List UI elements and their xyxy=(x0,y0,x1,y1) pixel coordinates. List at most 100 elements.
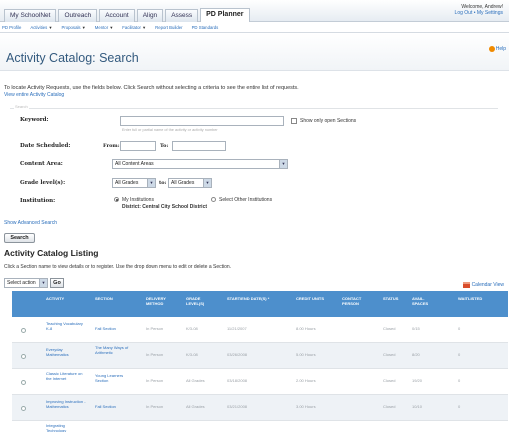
subnav-label: PD Profile xyxy=(2,25,22,30)
chevron-down-icon: ▼ xyxy=(142,25,147,30)
tab-my-schoolnet[interactable]: My SchoolNet xyxy=(4,9,57,22)
keyword-input[interactable] xyxy=(120,116,284,126)
institution-label: Institution: xyxy=(20,198,56,204)
col-section[interactable]: SECTION xyxy=(95,296,113,301)
other-institutions-radio[interactable] xyxy=(211,197,216,202)
intro-text: To locate Activity Requests, use the fie… xyxy=(4,85,299,91)
section-link[interactable]: The Many Ways of Arithmetic xyxy=(95,345,129,355)
credit-cell: 2.00 Hours xyxy=(296,378,316,383)
activity-link[interactable]: Improving Instruction - Mathematics xyxy=(46,399,86,409)
date-from-input[interactable] xyxy=(120,141,156,151)
grade-cell: All Grades xyxy=(186,404,205,409)
section-link[interactable]: Young Learners Section xyxy=(95,373,127,383)
content-area-label: Content Area: xyxy=(20,161,63,167)
activity-link[interactable]: Teaching Vocabulary K-8 xyxy=(46,321,86,331)
date-cell: 03/26/2008 xyxy=(227,352,248,357)
credit-cell: 5.00 Hours xyxy=(296,352,316,357)
chevron-down-icon: ▼ xyxy=(48,25,53,30)
select-action-dropdown[interactable]: Select action ▼ xyxy=(4,278,48,288)
waitlisted-cell: 0 xyxy=(458,352,461,357)
district-label: District: Central City School District xyxy=(122,204,208,210)
col-status[interactable]: STATUS xyxy=(383,296,398,301)
grade-from-select[interactable]: All Grades ▼ xyxy=(112,178,156,188)
spaces-cell: 10/10 xyxy=(412,404,423,409)
subnav-proposals[interactable]: Proposals ▼ xyxy=(61,22,85,32)
chevron-down-icon: ▼ xyxy=(203,179,211,187)
col-credit-units[interactable]: CREDIT UNITS xyxy=(296,296,336,301)
subnav-label: Report Builder xyxy=(155,25,183,30)
help-link[interactable]: Help xyxy=(488,46,506,52)
main-tabs: My SchoolNet Outreach Account Align Asse… xyxy=(4,8,250,22)
row-select-radio[interactable] xyxy=(21,380,26,385)
chevron-down-icon: ▼ xyxy=(147,179,155,187)
top-bar: My SchoolNet Outreach Account Align Asse… xyxy=(0,0,509,22)
row-select-radio[interactable] xyxy=(21,328,26,333)
spaces-cell: 0/15 xyxy=(412,326,420,331)
row-select-radio[interactable] xyxy=(21,406,26,411)
view-entire-catalog-link[interactable]: View entire Activity Catalog xyxy=(4,92,64,98)
tab-pd-planner[interactable]: PD Planner xyxy=(200,8,250,22)
col-waitlisted[interactable]: WAITLISTED xyxy=(458,296,482,301)
subnav-mentor[interactable]: Mentor ▼ xyxy=(95,22,114,32)
date-cell: 11/21/2007 xyxy=(227,326,247,331)
section-link[interactable]: Fall Section xyxy=(95,326,137,331)
col-grade-levels[interactable]: GRADE LEVEL(S) xyxy=(186,296,210,306)
col-contact-person[interactable]: CONTACT PERSON xyxy=(342,296,370,306)
col-activity[interactable]: ACTIVITY xyxy=(46,296,64,301)
grade-levels-label: Grade level(s): xyxy=(20,180,66,186)
date-to-input[interactable] xyxy=(172,141,226,151)
tab-align[interactable]: Align xyxy=(136,9,164,22)
search-button[interactable]: Search xyxy=(4,233,35,243)
select-action-value: Select action xyxy=(7,280,36,286)
col-start-end-dates[interactable]: START/END DATE(S) * xyxy=(227,296,287,301)
tab-assess[interactable]: Assess xyxy=(165,9,199,22)
tab-outreach[interactable]: Outreach xyxy=(58,9,98,22)
subnav-label: Facilitator xyxy=(122,25,141,30)
open-sections-label: Show only open Sections xyxy=(300,118,357,124)
content-area-value: All Content Areas xyxy=(115,161,154,167)
welcome-area: Welcome, Andrew! Log Out • My Settings xyxy=(455,4,503,16)
activity-link[interactable]: Integrating Technology xyxy=(46,423,86,432)
spaces-cell: 19/20 xyxy=(412,378,423,383)
subnav-label: Proposals xyxy=(61,25,81,30)
table-row: Improving Instruction - Mathematics Fall… xyxy=(12,395,508,421)
waitlisted-cell: 0 xyxy=(458,404,461,409)
help-icon xyxy=(488,46,495,52)
activity-link[interactable]: Everyday Mathematics xyxy=(46,347,86,357)
delivery-cell: In Person xyxy=(146,378,164,383)
subnav-pd-profile[interactable]: PD Profile xyxy=(2,22,21,32)
calendar-view-link[interactable]: Calendar View xyxy=(462,282,504,288)
open-sections-checkbox[interactable] xyxy=(291,118,297,124)
waitlisted-cell: 0 xyxy=(458,326,461,331)
grade-to-value: All Grades xyxy=(171,180,195,186)
calendar-view-label: Calendar View xyxy=(471,282,504,288)
subnav-report-builder[interactable]: Report Builder xyxy=(155,22,182,32)
chevron-down-icon: ▼ xyxy=(39,279,47,287)
status-cell: Closed xyxy=(383,326,396,331)
subnav-facilitator[interactable]: Facilitator ▼ xyxy=(122,22,146,32)
subnav-label: PD Standards xyxy=(191,25,219,30)
subnav-activities[interactable]: Activities ▼ xyxy=(30,22,52,32)
activity-link[interactable]: Classic Literature on the Internet xyxy=(46,371,86,381)
date-cell: 03/18/2008 xyxy=(227,378,248,383)
other-institutions-label: Select Other Institutions xyxy=(219,197,273,203)
help-label: Help xyxy=(495,46,506,52)
sub-navigation: PD Profile Activities ▼ Proposals ▼ Ment… xyxy=(0,22,509,33)
show-advanced-search-link[interactable]: Show Advanced Search xyxy=(4,220,57,226)
table-row: Classic Literature on the Internet Young… xyxy=(12,369,508,395)
section-link[interactable]: Fall Section xyxy=(95,404,137,409)
go-button[interactable]: Go xyxy=(50,278,64,288)
my-institutions-radio[interactable] xyxy=(114,197,119,202)
subnav-pd-standards[interactable]: PD Standards xyxy=(192,22,219,32)
date-scheduled-label: Date Scheduled: xyxy=(20,143,71,149)
row-select-radio[interactable] xyxy=(21,354,26,359)
col-delivery-method[interactable]: DELIVERY METHOD xyxy=(146,296,176,306)
tab-account[interactable]: Account xyxy=(99,9,135,22)
col-avail-spaces[interactable]: AVAIL. SPACES xyxy=(412,296,432,306)
grade-from-value: All Grades xyxy=(115,180,139,186)
date-to-label: To: xyxy=(160,143,169,149)
content-area-select[interactable]: All Content Areas ▼ xyxy=(112,159,288,169)
waitlisted-cell: 0 xyxy=(458,378,461,383)
grade-to-select[interactable]: All Grades ▼ xyxy=(168,178,212,188)
logout-link[interactable]: Log Out • My Settings xyxy=(455,10,503,16)
